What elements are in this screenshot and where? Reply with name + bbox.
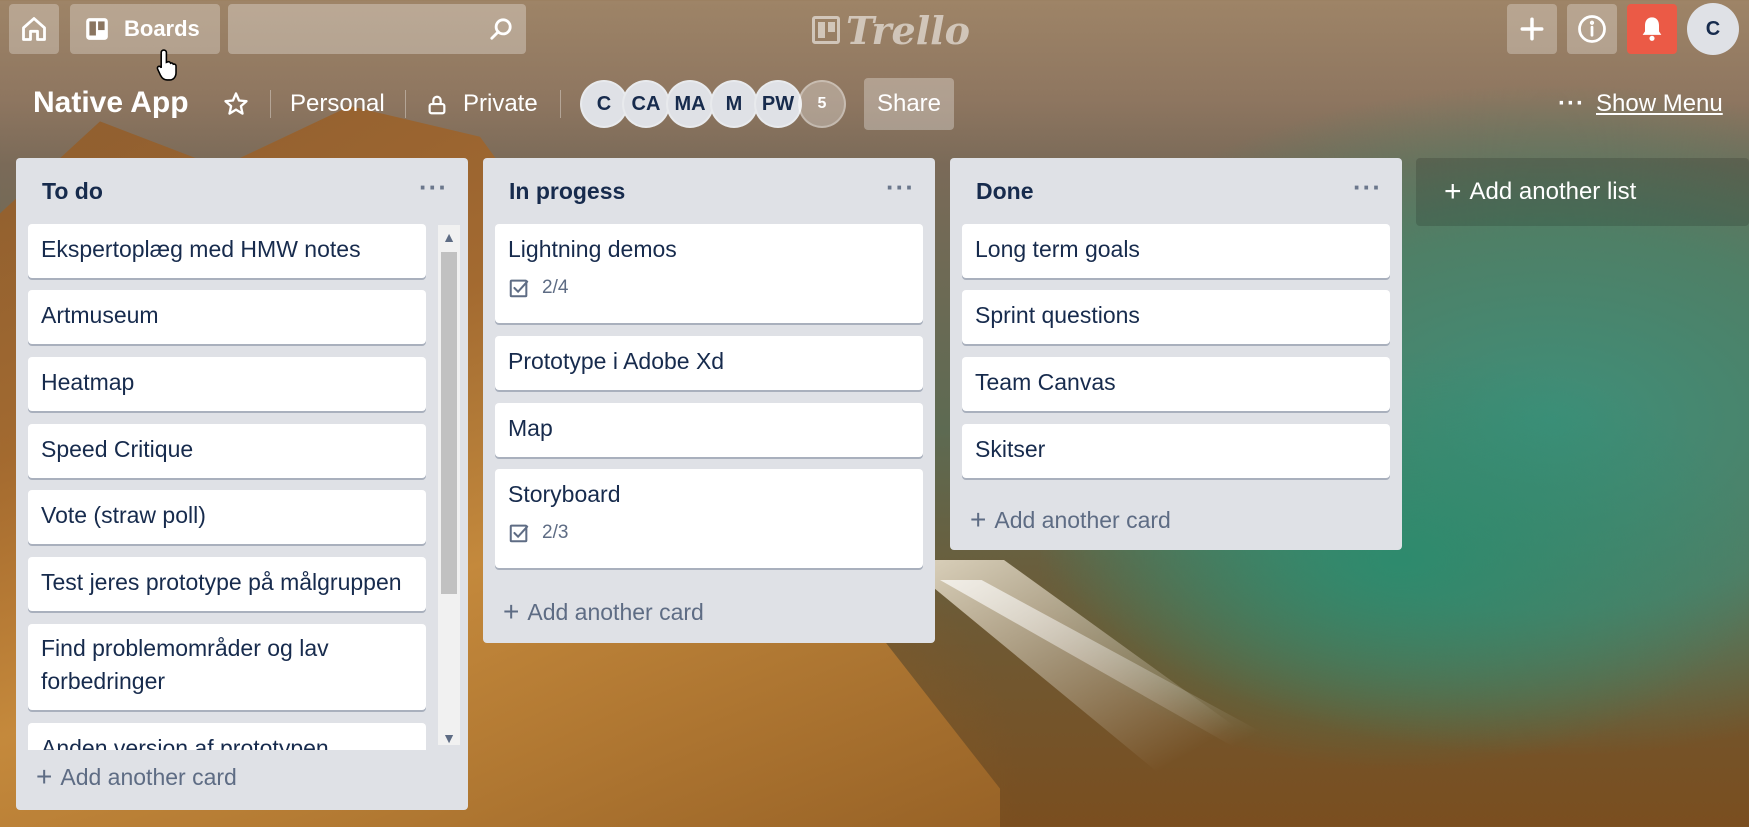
list-title[interactable]: To do	[42, 178, 103, 205]
card[interactable]: Sprint questions	[962, 290, 1390, 344]
team-button[interactable]: Personal	[290, 90, 385, 118]
notifications-button[interactable]	[1627, 4, 1677, 54]
add-card-button[interactable]: + Add another card	[503, 598, 704, 626]
member-avatar[interactable]: MA	[666, 80, 714, 128]
card-title: Lightning demos	[508, 236, 677, 262]
member-avatar[interactable]: PW	[754, 80, 802, 128]
checklist-count: 2/3	[542, 522, 569, 543]
card[interactable]: Speed Critique	[28, 424, 426, 478]
card[interactable]: Test jeres prototype på målgruppen	[28, 557, 426, 611]
checklist-badge: 2/3	[508, 522, 910, 544]
board-title[interactable]: Native App	[33, 86, 189, 120]
divider	[560, 90, 561, 118]
card[interactable]: Prototype i Adobe Xd	[495, 336, 923, 390]
scroll-down-icon[interactable]: ▼	[438, 726, 460, 750]
card[interactable]: Vote (straw poll)	[28, 490, 426, 544]
home-icon	[22, 17, 46, 41]
divider	[405, 90, 406, 118]
search-icon[interactable]	[488, 16, 514, 42]
member-avatar[interactable]: C	[580, 80, 628, 128]
list-title[interactable]: Done	[976, 178, 1034, 205]
home-button[interactable]	[9, 4, 59, 54]
bell-icon	[1642, 17, 1662, 41]
list-done: Done ··· Long term goals Sprint question…	[950, 158, 1402, 550]
checklist-icon	[509, 279, 529, 298]
boards-icon	[86, 18, 108, 40]
user-avatar[interactable]: C	[1687, 3, 1739, 55]
plus-icon: +	[970, 504, 987, 535]
add-card-label: Add another card	[994, 506, 1171, 533]
add-list-label: Add another list	[1469, 178, 1637, 205]
list-menu-icon[interactable]: ···	[419, 172, 448, 203]
card[interactable]: Long term goals	[962, 224, 1390, 278]
plus-icon	[1520, 17, 1544, 41]
hand-cursor-icon	[156, 49, 177, 81]
share-button[interactable]: Share	[864, 78, 954, 130]
lock-icon	[428, 95, 446, 115]
add-card-label: Add another card	[60, 763, 237, 790]
info-button[interactable]	[1567, 4, 1617, 54]
add-card-button[interactable]: + Add another card	[970, 506, 1171, 534]
card[interactable]: Team Canvas	[962, 357, 1390, 411]
search-input[interactable]	[228, 4, 526, 54]
checklist-badge: 2/4	[508, 277, 910, 299]
card[interactable]: Map	[495, 403, 923, 457]
card[interactable]: Find problemområder og lav forbedringer	[28, 624, 426, 710]
list-todo: To do ··· Ekspertoplæg med HMW notes Art…	[16, 158, 468, 810]
list-title[interactable]: In progess	[509, 178, 625, 205]
board-header: Native App Personal Private C CA MA M PW…	[0, 60, 1749, 150]
card[interactable]: Skitser	[962, 424, 1390, 478]
add-list-button[interactable]: + Add another list	[1416, 158, 1749, 226]
plus-icon: +	[503, 596, 520, 627]
search-box[interactable]	[228, 4, 526, 54]
card[interactable]: Lightning demos 2/4	[495, 224, 923, 323]
trello-logo-icon	[812, 16, 840, 44]
more-members-badge[interactable]: 5	[798, 80, 846, 128]
card[interactable]: Ekspertoplæg med HMW notes	[28, 224, 426, 278]
list-menu-icon[interactable]: ···	[1353, 172, 1382, 203]
plus-icon: +	[1444, 175, 1462, 208]
card-title: Storyboard	[508, 481, 621, 507]
boards-button[interactable]: Boards	[70, 4, 220, 54]
visibility-button[interactable]: Private	[463, 90, 538, 118]
card-clip: Anden version af prototypen	[28, 723, 426, 750]
list-menu-icon[interactable]: ···	[886, 172, 915, 203]
add-card-button[interactable]: + Add another card	[36, 763, 237, 791]
card[interactable]: Anden version af prototypen	[28, 723, 426, 750]
member-avatar[interactable]: CA	[622, 80, 670, 128]
boards-label: Boards	[124, 16, 200, 41]
more-icon[interactable]: ···	[1558, 90, 1585, 118]
checklist-count: 2/4	[542, 277, 569, 298]
plus-icon: +	[36, 761, 53, 792]
add-card-label: Add another card	[527, 598, 704, 625]
list-in-progress: In progess ··· Lightning demos 2/4 Proto…	[483, 158, 935, 643]
card[interactable]: Storyboard 2/3	[495, 469, 923, 568]
show-menu-link[interactable]: Show Menu	[1596, 90, 1723, 118]
logo-text: Trello	[846, 7, 970, 53]
create-button[interactable]	[1507, 4, 1557, 54]
divider	[270, 90, 271, 118]
card[interactable]: Artmuseum	[28, 290, 426, 344]
top-header: Boards Trello C	[0, 0, 1749, 60]
star-icon[interactable]	[222, 90, 250, 118]
scrollbar-thumb[interactable]	[441, 252, 457, 594]
scroll-up-icon[interactable]: ▲	[438, 225, 460, 249]
trello-logo[interactable]: Trello	[812, 7, 970, 53]
member-avatar[interactable]: M	[710, 80, 758, 128]
info-icon	[1578, 15, 1606, 43]
card[interactable]: Heatmap	[28, 357, 426, 411]
checklist-icon	[509, 524, 529, 543]
